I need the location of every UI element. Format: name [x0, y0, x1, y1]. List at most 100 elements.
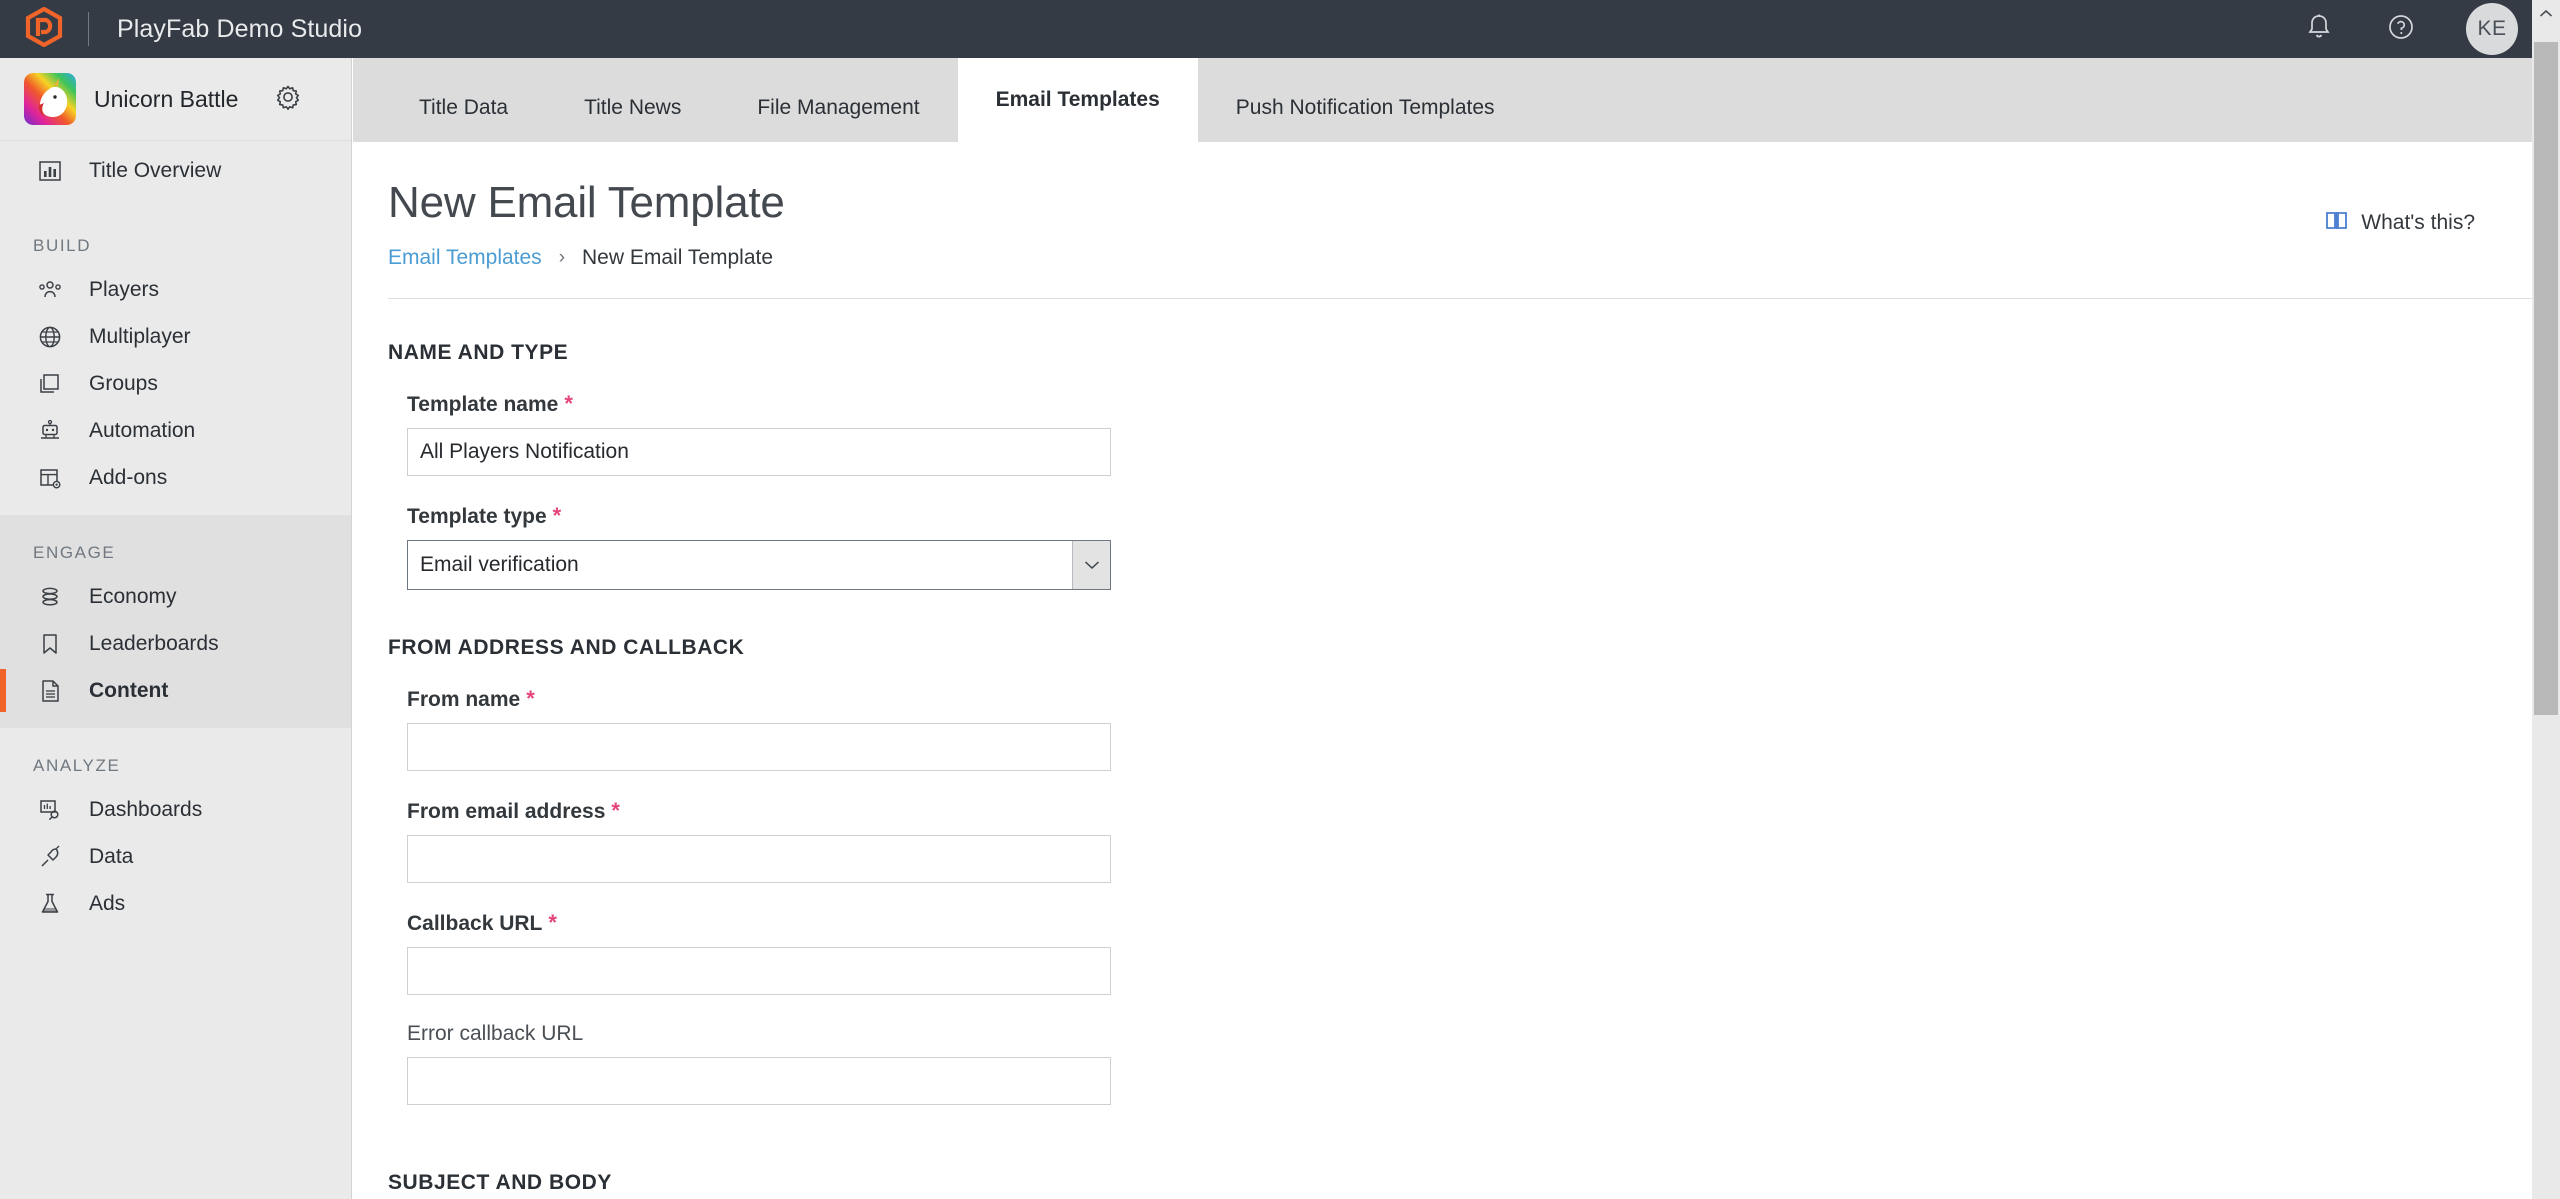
- field-error-callback-url: Error callback URL: [388, 1022, 2543, 1105]
- field-callback-url: Callback URL *: [388, 910, 2543, 995]
- nav-section-label-build: BUILD: [33, 236, 92, 255]
- tab-title-news[interactable]: Title News: [546, 74, 719, 142]
- tab-email-templates[interactable]: Email Templates: [957, 58, 1198, 142]
- sidebar-item-label: Leaderboards: [89, 631, 219, 655]
- section-title-name-and-type: NAME AND TYPE: [388, 341, 569, 364]
- flask-icon: [33, 887, 67, 921]
- sidebar-item-groups[interactable]: Groups: [0, 360, 351, 407]
- required-marker: *: [552, 503, 562, 528]
- from-name-input[interactable]: [407, 723, 1111, 771]
- label-text: From name: [407, 688, 521, 711]
- breadcrumb-separator-icon: ›: [558, 247, 566, 268]
- playfab-logo-button[interactable]: [0, 6, 88, 52]
- label-from-name: From name *: [407, 686, 2543, 712]
- chevron-down-icon[interactable]: [1072, 541, 1110, 589]
- sidebar-item-label: Automation: [89, 418, 196, 442]
- header-divider: [88, 12, 89, 46]
- required-marker: *: [526, 686, 535, 711]
- sidebar-item-label: Title Overview: [89, 158, 222, 182]
- nav-section-label-engage: ENGAGE: [33, 543, 116, 562]
- required-marker: *: [611, 798, 620, 823]
- breadcrumb: Email Templates › New Email Template: [388, 246, 2543, 270]
- dashboard-search-icon: [33, 793, 67, 827]
- top-header-bar: PlayFab Demo Studio KE: [0, 0, 2560, 58]
- studio-settings-button[interactable]: [273, 84, 303, 114]
- nav-group-build: BUILD Players Multiplayer Groups Automat…: [0, 208, 351, 515]
- label-text: Error callback URL: [407, 1022, 584, 1045]
- section-title-from-address-and-callback: FROM ADDRESS AND CALLBACK: [388, 636, 745, 659]
- book-icon: [2325, 210, 2348, 236]
- label-text: From email address: [407, 800, 606, 823]
- app-title: PlayFab Demo Studio: [117, 14, 363, 43]
- page-scrollbar[interactable]: [2532, 0, 2560, 1199]
- notifications-button[interactable]: [2302, 12, 2336, 46]
- stacked-squares-icon: [33, 367, 67, 401]
- plug-icon: [33, 840, 67, 874]
- sidebar-item-label: Multiplayer: [89, 324, 191, 348]
- field-template-type: Template type * Email verification: [388, 503, 2543, 590]
- template-name-input[interactable]: [407, 428, 1111, 476]
- sidebar-item-add-ons[interactable]: Add-ons: [0, 454, 351, 501]
- nav-group-analyze: ANALYZE Dashboards Data Ads: [0, 728, 351, 941]
- tab-push-notification-templates[interactable]: Push Notification Templates: [1198, 74, 1533, 142]
- label-text: Template name: [407, 393, 559, 416]
- studio-header: Unicorn Battle: [0, 58, 351, 141]
- avatar-initials: KE: [2477, 17, 2507, 40]
- playfab-hexagon-logo-icon: [25, 6, 63, 52]
- sidebar-item-label: Groups: [89, 371, 158, 395]
- label-error-callback-url: Error callback URL: [407, 1022, 2543, 1046]
- bell-icon: [2306, 13, 2332, 46]
- sidebar-item-label: Content: [89, 678, 169, 702]
- sidebar-item-economy[interactable]: Economy: [0, 573, 351, 620]
- label-text: Template type: [407, 505, 547, 528]
- sidebar-item-label: Add-ons: [89, 465, 168, 489]
- sidebar-item-label: Data: [89, 844, 134, 868]
- bookmark-icon: [33, 627, 67, 661]
- sidebar-item-data[interactable]: Data: [0, 833, 351, 880]
- required-marker: *: [564, 391, 573, 416]
- callback-url-input[interactable]: [407, 947, 1111, 995]
- studio-name: Unicorn Battle: [94, 85, 239, 112]
- sidebar: Unicorn Battle Title Overview BUILD Play…: [0, 58, 352, 1199]
- label-callback-url: Callback URL *: [407, 910, 2543, 936]
- nav-section-label-analyze: ANALYZE: [33, 756, 121, 775]
- section-title-subject-and-body: SUBJECT AND BODY: [388, 1171, 612, 1194]
- sidebar-item-multiplayer[interactable]: Multiplayer: [0, 313, 351, 360]
- breadcrumb-current: New Email Template: [582, 246, 774, 269]
- sidebar-item-title-overview[interactable]: Title Overview: [0, 147, 351, 194]
- nav-group-top: Title Overview: [0, 141, 351, 208]
- document-icon: [33, 674, 67, 708]
- sidebar-item-label: Players: [89, 277, 160, 301]
- email-template-form: NAME AND TYPE Template name * Template t…: [353, 299, 2543, 1195]
- sidebar-item-automation[interactable]: Automation: [0, 407, 351, 454]
- breadcrumb-link-email-templates[interactable]: Email Templates: [388, 246, 542, 270]
- tab-title-data[interactable]: Title Data: [381, 74, 546, 142]
- required-marker: *: [548, 910, 557, 935]
- error-callback-url-input[interactable]: [407, 1057, 1111, 1105]
- help-button[interactable]: [2384, 12, 2418, 46]
- coins-icon: [33, 580, 67, 614]
- content-tabs: Title Data Title News File Management Em…: [353, 58, 2543, 142]
- label-template-name: Template name *: [407, 391, 2543, 417]
- sidebar-item-dashboards[interactable]: Dashboards: [0, 786, 351, 833]
- help-circle-icon: [2387, 13, 2415, 46]
- sidebar-item-leaderboards[interactable]: Leaderboards: [0, 620, 351, 667]
- field-template-name: Template name *: [388, 391, 2543, 476]
- template-type-select[interactable]: Email verification: [407, 540, 1111, 590]
- sidebar-item-label: Economy: [89, 584, 177, 608]
- scrollbar-thumb[interactable]: [2534, 42, 2558, 715]
- sidebar-item-content[interactable]: Content: [0, 667, 351, 714]
- field-from-name: From name *: [388, 686, 2543, 771]
- from-email-address-input[interactable]: [407, 835, 1111, 883]
- user-avatar[interactable]: KE: [2466, 3, 2518, 55]
- bar-chart-icon: [33, 154, 67, 188]
- sidebar-item-players[interactable]: Players: [0, 266, 351, 313]
- people-icon: [33, 273, 67, 307]
- gear-icon: [274, 83, 302, 116]
- scrollbar-up-button[interactable]: [2532, 0, 2560, 28]
- sidebar-item-label: Dashboards: [89, 797, 203, 821]
- tab-file-management[interactable]: File Management: [719, 74, 957, 142]
- label-text: Callback URL: [407, 912, 543, 935]
- sidebar-item-ads[interactable]: Ads: [0, 880, 351, 927]
- whats-this-link[interactable]: What's this?: [2325, 210, 2475, 236]
